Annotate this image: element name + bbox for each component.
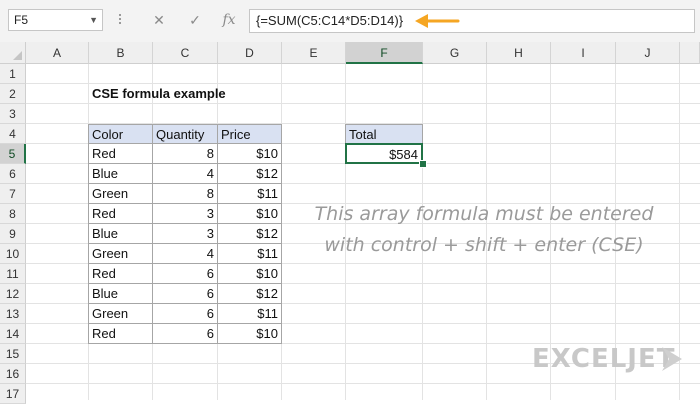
row-header[interactable]: 1 [0, 64, 26, 84]
row-header[interactable]: 16 [0, 364, 26, 384]
table-cell-price[interactable]: $11 [217, 184, 282, 204]
column-header-next[interactable] [680, 42, 700, 64]
row-header[interactable]: 3 [0, 104, 26, 124]
table-cell-color[interactable]: Red [88, 324, 153, 344]
table-cell-quantity[interactable]: 6 [152, 324, 218, 344]
table-cell-color[interactable]: Green [88, 244, 153, 264]
table-cell-color[interactable]: Blue [88, 224, 153, 244]
table-header-quantity[interactable]: Quantity [152, 124, 218, 144]
table-cell-color[interactable]: Blue [88, 284, 153, 304]
table-cell-quantity[interactable]: 6 [152, 284, 218, 304]
exceljet-logo-icon [662, 347, 682, 371]
row-header[interactable]: 9 [0, 224, 26, 244]
table-cell-color[interactable]: Red [88, 204, 153, 224]
table-cell-quantity[interactable]: 6 [152, 304, 218, 324]
column-header-b[interactable]: B [89, 42, 153, 64]
table-cell-quantity[interactable]: 3 [152, 204, 218, 224]
row-header[interactable]: 14 [0, 324, 26, 344]
row-header[interactable]: 8 [0, 204, 26, 224]
enter-icon[interactable]: ✓ [186, 11, 204, 29]
column-header-d[interactable]: D [218, 42, 282, 64]
fill-handle[interactable] [419, 160, 427, 168]
row-header[interactable]: 5 [0, 144, 26, 164]
name-box-dropdown-icon[interactable]: ▼ [89, 10, 98, 30]
sheet-title[interactable]: CSE formula example [89, 84, 289, 104]
table-cell-quantity[interactable]: 4 [152, 164, 218, 184]
table-cell-quantity[interactable]: 4 [152, 244, 218, 264]
table-cell-quantity[interactable]: 6 [152, 264, 218, 284]
total-label[interactable]: Total [345, 124, 423, 144]
table-cell-price[interactable]: $10 [217, 144, 282, 164]
table-cell-price[interactable]: $11 [217, 244, 282, 264]
column-header-f[interactable]: F [346, 42, 423, 64]
row-header[interactable]: 13 [0, 304, 26, 324]
table-cell-price[interactable]: $11 [217, 304, 282, 324]
formula-bar: F5 ▼ ✕ ✓ fx {=SUM(C5:C14*D5:D14)} [0, 0, 700, 43]
row-header[interactable]: 12 [0, 284, 26, 304]
row-header[interactable]: 17 [0, 384, 26, 404]
drag-handle-icon[interactable] [118, 12, 122, 28]
row-header[interactable]: 2 [0, 84, 26, 104]
column-header-j[interactable]: J [616, 42, 680, 64]
table-cell-color[interactable]: Blue [88, 164, 153, 184]
arrow-left-icon [415, 14, 460, 28]
column-header-i[interactable]: I [551, 42, 616, 64]
table-cell-price[interactable]: $10 [217, 204, 282, 224]
column-header-a[interactable]: A [26, 42, 89, 64]
table-cell-price[interactable]: $10 [217, 324, 282, 344]
table-cell-color[interactable]: Red [88, 264, 153, 284]
row-header[interactable]: 11 [0, 264, 26, 284]
cancel-icon[interactable]: ✕ [150, 11, 168, 29]
table-cell-price[interactable]: $10 [217, 264, 282, 284]
table-header-color[interactable]: Color [88, 124, 153, 144]
select-all-corner[interactable] [0, 42, 26, 64]
table-cell-color[interactable]: Red [88, 144, 153, 164]
table-cell-color[interactable]: Green [88, 184, 153, 204]
table-cell-price[interactable]: $12 [217, 284, 282, 304]
total-value-cell[interactable]: $584 [345, 143, 423, 164]
column-header-e[interactable]: E [282, 42, 346, 64]
column-header-g[interactable]: G [423, 42, 487, 64]
row-header[interactable]: 6 [0, 164, 26, 184]
cse-note: This array formula must be entered with … [306, 199, 662, 261]
row-header[interactable]: 10 [0, 244, 26, 264]
column-header-h[interactable]: H [487, 42, 551, 64]
column-header-c[interactable]: C [153, 42, 218, 64]
row-header[interactable]: 15 [0, 344, 26, 364]
formula-text: {=SUM(C5:C14*D5:D14)} [256, 13, 404, 28]
row-header[interactable]: 7 [0, 184, 26, 204]
note-line-2: with control + shift + enter (CSE) [324, 234, 644, 256]
table-header-price[interactable]: Price [217, 124, 282, 144]
note-line-1: This array formula must be entered [314, 203, 654, 225]
name-box[interactable]: F5 ▼ [8, 9, 103, 31]
table-cell-color[interactable]: Green [88, 304, 153, 324]
table-cell-price[interactable]: $12 [217, 164, 282, 184]
row-header[interactable]: 4 [0, 124, 26, 144]
name-box-value: F5 [14, 13, 29, 27]
exceljet-logo: EXCELJET [532, 344, 676, 374]
table-cell-price[interactable]: $12 [217, 224, 282, 244]
table-cell-quantity[interactable]: 8 [152, 184, 218, 204]
table-cell-quantity[interactable]: 3 [152, 224, 218, 244]
insert-function-icon[interactable]: fx [220, 11, 238, 29]
table-cell-quantity[interactable]: 8 [152, 144, 218, 164]
